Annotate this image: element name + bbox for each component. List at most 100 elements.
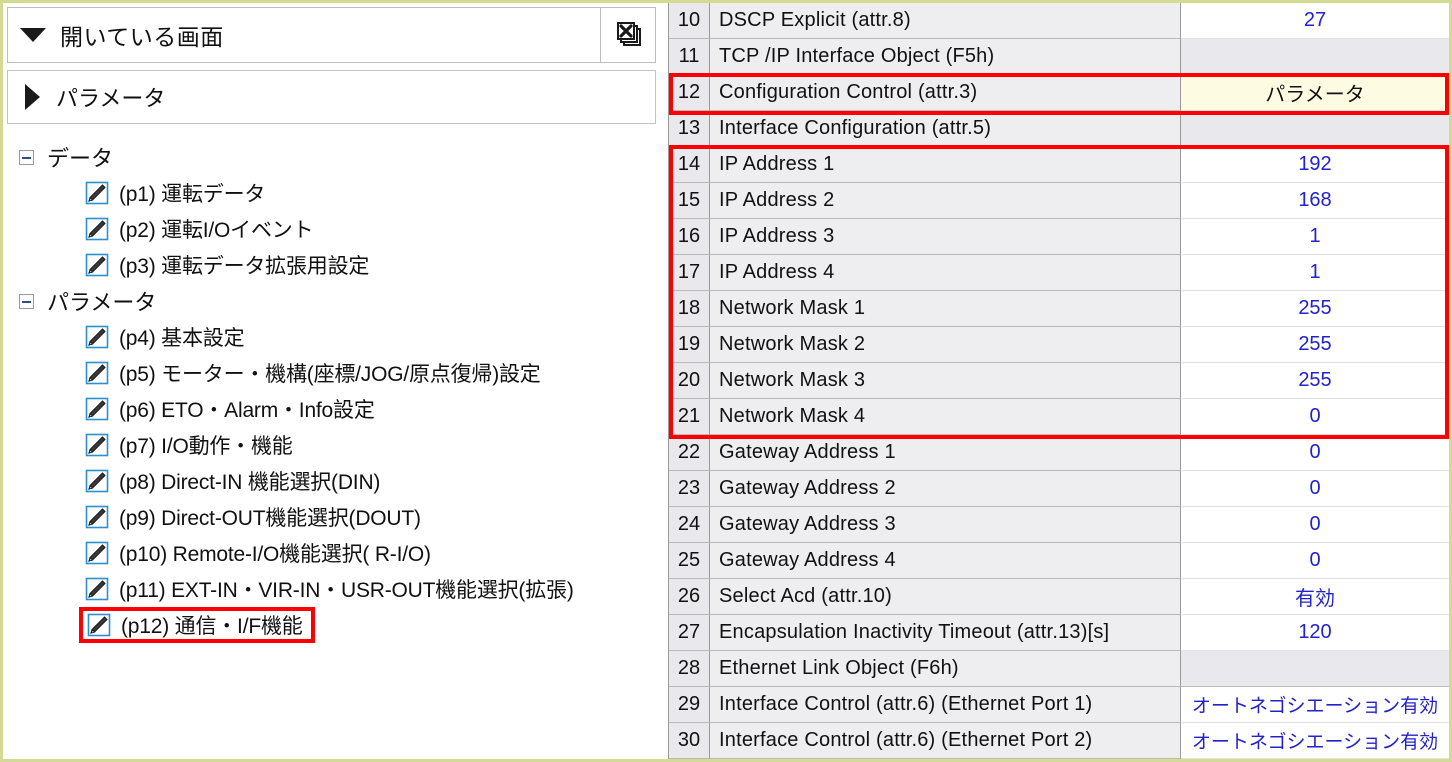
row-value[interactable]: 0 (1181, 471, 1449, 507)
row-value[interactable]: 192 (1181, 147, 1449, 183)
row-name: TCP /IP Interface Object (F5h) (710, 39, 1181, 75)
edit-pencil-icon (85, 253, 109, 277)
triangle-right-icon[interactable] (25, 84, 40, 110)
table-row[interactable]: 11 TCP /IP Interface Object (F5h) (669, 39, 1449, 75)
row-value[interactable]: 255 (1181, 291, 1449, 327)
row-number: 26 (669, 579, 710, 615)
row-value[interactable]: 0 (1181, 543, 1449, 579)
panel-splitter[interactable] (660, 3, 669, 759)
open-screens-header: 開いている画面 (7, 7, 656, 63)
tree-item-label: (p11) EXT-IN・VIR-IN・USR-OUT機能選択(拡張) (119, 579, 574, 602)
row-number: 22 (669, 435, 710, 471)
row-number: 10 (669, 3, 710, 39)
table-row[interactable]: 29 Interface Control (attr.6) (Ethernet … (669, 687, 1449, 723)
tree-item-label: (p4) 基本設定 (119, 327, 245, 350)
tree-group-label: データ (47, 146, 114, 171)
table-row[interactable]: 17 IP Address 4 1 (669, 255, 1449, 291)
tree-item-label: (p8) Direct-IN 機能選択(DIN) (119, 471, 381, 494)
tree-item-p11[interactable]: (p11) EXT-IN・VIR-IN・USR-OUT機能選択(拡張) (7, 571, 656, 607)
table-row[interactable]: 20 Network Mask 3 255 (669, 363, 1449, 399)
table-row[interactable]: 12 Configuration Control (attr.3) パラメータ (669, 75, 1449, 111)
row-value[interactable]: オートネゴシエーション有効 (1181, 687, 1449, 723)
parameter-section-header[interactable]: パラメータ (7, 70, 656, 124)
row-name: Gateway Address 4 (710, 543, 1181, 579)
table-row[interactable]: 16 IP Address 3 1 (669, 219, 1449, 255)
row-name: Network Mask 2 (710, 327, 1181, 363)
row-value[interactable]: 255 (1181, 327, 1449, 363)
row-value[interactable]: 27 (1181, 3, 1449, 39)
row-name: Configuration Control (attr.3) (710, 75, 1181, 111)
row-value[interactable]: 255 (1181, 363, 1449, 399)
row-number: 15 (669, 183, 710, 219)
close-all-windows-button[interactable] (601, 7, 656, 63)
row-value[interactable]: パラメータ (1181, 75, 1449, 111)
table-row[interactable]: 30 Interface Control (attr.6) (Ethernet … (669, 723, 1449, 759)
table-row[interactable]: 10 DSCP Explicit (attr.8) 27 (669, 3, 1449, 39)
tree-group-label: パラメータ (47, 290, 157, 315)
table-row[interactable]: 18 Network Mask 1 255 (669, 291, 1449, 327)
table-row[interactable]: 22 Gateway Address 1 0 (669, 435, 1449, 471)
edit-pencil-icon (85, 217, 109, 241)
row-name: Ethernet Link Object (F6h) (710, 651, 1181, 687)
row-number: 12 (669, 75, 710, 111)
table-row[interactable]: 28 Ethernet Link Object (F6h) (669, 651, 1449, 687)
open-screens-title-box[interactable]: 開いている画面 (7, 7, 601, 63)
tree-item-p8[interactable]: (p8) Direct-IN 機能選択(DIN) (7, 463, 656, 499)
row-number: 30 (669, 723, 710, 759)
row-value[interactable]: 有効 (1181, 579, 1449, 615)
tree-item-p12[interactable]: (p12) 通信・I/F機能 (79, 607, 656, 643)
parameter-grid-panel: 10 DSCP Explicit (attr.8) 27 11 TCP /IP … (669, 3, 1449, 759)
table-row[interactable]: 14 IP Address 1 192 (669, 147, 1449, 183)
edit-pencil-icon (85, 433, 109, 457)
row-value[interactable]: 0 (1181, 435, 1449, 471)
minus-box-icon[interactable] (19, 149, 34, 165)
table-row[interactable]: 19 Network Mask 2 255 (669, 327, 1449, 363)
tree-item-p2[interactable]: (p2) 運転I/Oイベント (7, 211, 656, 247)
table-row[interactable]: 15 IP Address 2 168 (669, 183, 1449, 219)
tree-item-p10[interactable]: (p10) Remote-I/O機能選択( R-I/O) (7, 535, 656, 571)
tree-item-label: (p7) I/O動作・機能 (119, 435, 293, 458)
row-value (1181, 111, 1449, 147)
row-number: 29 (669, 687, 710, 723)
row-number: 18 (669, 291, 710, 327)
edit-pencil-icon (85, 577, 109, 601)
tree-item-label: (p9) Direct-OUT機能選択(DOUT) (119, 507, 421, 530)
tree-item-label: (p3) 運転データ拡張用設定 (119, 255, 370, 278)
tree-item-p3[interactable]: (p3) 運転データ拡張用設定 (7, 247, 656, 283)
tree-item-p5[interactable]: (p5) モーター・機構(座標/JOG/原点復帰)設定 (7, 355, 656, 391)
row-number: 28 (669, 651, 710, 687)
open-screens-title: 開いている画面 (60, 24, 224, 50)
tree-item-p6[interactable]: (p6) ETO・Alarm・Info設定 (7, 391, 656, 427)
table-row[interactable]: 25 Gateway Address 4 0 (669, 543, 1449, 579)
row-number: 19 (669, 327, 710, 363)
row-value[interactable]: 120 (1181, 615, 1449, 651)
edit-pencil-icon (85, 505, 109, 529)
table-row[interactable]: 24 Gateway Address 3 0 (669, 507, 1449, 543)
left-navigation-panel: 開いている画面 パラメータ データ (p1) 運転データ (p2) 運転I/Oイ… (3, 3, 660, 759)
table-row[interactable]: 27 Encapsulation Inactivity Timeout (att… (669, 615, 1449, 651)
tree-item-label: (p6) ETO・Alarm・Info設定 (119, 399, 375, 422)
row-name: Interface Control (attr.6) (Ethernet Por… (710, 687, 1181, 723)
minus-box-icon[interactable] (19, 293, 34, 309)
row-value[interactable]: 1 (1181, 255, 1449, 291)
edit-pencil-icon (85, 469, 109, 493)
tree-item-p4[interactable]: (p4) 基本設定 (7, 319, 656, 355)
triangle-down-icon[interactable] (20, 28, 46, 42)
tree-item-p7[interactable]: (p7) I/O動作・機能 (7, 427, 656, 463)
row-value[interactable]: 1 (1181, 219, 1449, 255)
row-value[interactable]: オートネゴシエーション有効 (1181, 723, 1449, 759)
tree-item-p9[interactable]: (p9) Direct-OUT機能選択(DOUT) (7, 499, 656, 535)
tree-item-label: (p5) モーター・機構(座標/JOG/原点復帰)設定 (119, 363, 541, 386)
table-row[interactable]: 23 Gateway Address 2 0 (669, 471, 1449, 507)
tree-group-parameter[interactable]: パラメータ (7, 283, 656, 319)
table-row[interactable]: 26 Select Acd (attr.10) 有効 (669, 579, 1449, 615)
row-value[interactable]: 168 (1181, 183, 1449, 219)
table-row[interactable]: 13 Interface Configuration (attr.5) (669, 111, 1449, 147)
row-value[interactable]: 0 (1181, 399, 1449, 435)
tree-item-p1[interactable]: (p1) 運転データ (7, 175, 656, 211)
edit-pencil-icon (85, 541, 109, 565)
table-row[interactable]: 21 Network Mask 4 0 (669, 399, 1449, 435)
row-value (1181, 39, 1449, 75)
tree-group-data[interactable]: データ (7, 139, 656, 175)
row-value[interactable]: 0 (1181, 507, 1449, 543)
